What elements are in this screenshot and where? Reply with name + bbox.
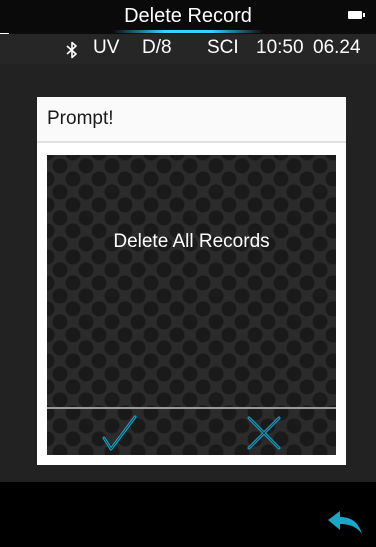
dialog-message: Delete All Records — [113, 231, 270, 252]
button-divider — [47, 407, 336, 409]
status-bar: UV D/8 SCI 10:50 06.24 — [0, 34, 376, 64]
confirm-button[interactable] — [47, 411, 191, 455]
cancel-button[interactable] — [192, 411, 336, 455]
clock-date: 06.24 — [313, 37, 361, 58]
title-underline — [112, 30, 264, 33]
back-button[interactable] — [326, 510, 364, 536]
page-title: Delete Record — [124, 5, 252, 27]
x-icon — [247, 416, 281, 450]
dialog-body: Delete All Records — [47, 155, 336, 455]
prompt-dialog: Prompt! Delete All Records — [37, 97, 346, 465]
uv-indicator: UV — [93, 37, 120, 58]
checkmark-icon — [102, 415, 137, 451]
dialog-title: Prompt! — [47, 108, 114, 129]
dialog-header: Prompt! — [37, 97, 346, 143]
title-bar: Delete Record — [0, 0, 376, 33]
bottom-bar — [0, 482, 376, 547]
battery-icon — [348, 11, 365, 19]
clock-time: 10:50 — [256, 37, 304, 58]
mode-indicator: SCI — [207, 37, 239, 58]
geometry-indicator: D/8 — [142, 37, 172, 58]
back-arrow-icon — [328, 511, 362, 534]
bluetooth-icon — [65, 41, 79, 59]
